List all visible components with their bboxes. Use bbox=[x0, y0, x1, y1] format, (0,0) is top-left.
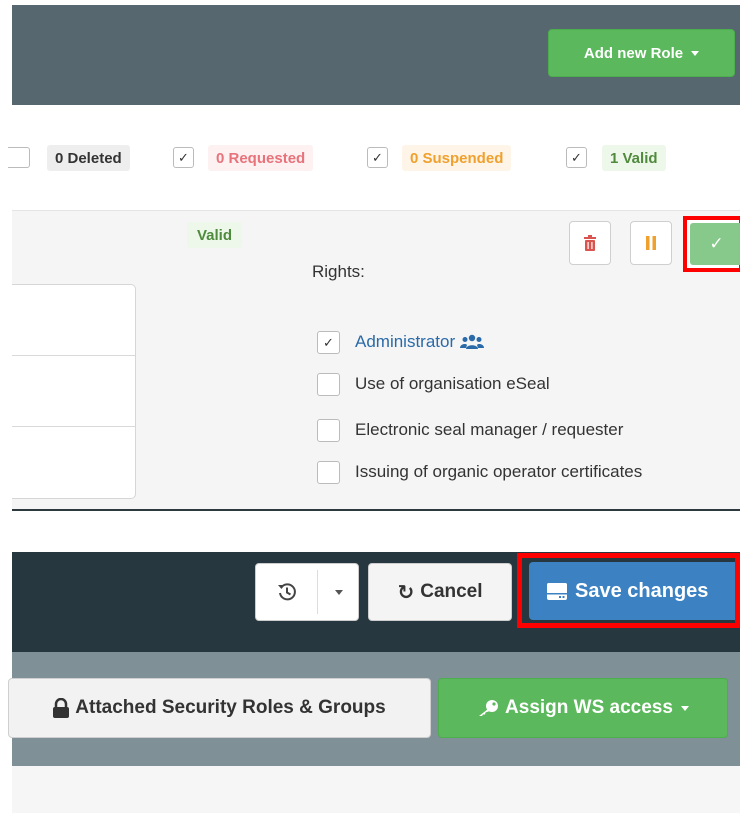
role-filter-bar: 0 Deleted ✓ 0 Requested ✓ 0 Suspended ✓ … bbox=[8, 105, 740, 211]
save-highlight: Save changes bbox=[517, 553, 740, 628]
right-eseal-checkbox[interactable] bbox=[317, 372, 340, 396]
history-button-group bbox=[255, 563, 359, 621]
content-area bbox=[12, 766, 740, 813]
pause-icon bbox=[646, 236, 656, 250]
assign-ws-access-label: Assign WS access bbox=[505, 697, 673, 718]
history-button[interactable] bbox=[256, 564, 317, 620]
table-row bbox=[12, 356, 135, 427]
users-icon bbox=[460, 334, 485, 349]
actions-bar: Attached Security Roles & Groups Assign … bbox=[8, 652, 740, 766]
assign-ws-access-button[interactable]: Assign WS access bbox=[438, 678, 728, 738]
save-changes-label: Save changes bbox=[575, 579, 709, 602]
right-administrator-label[interactable]: Administrator bbox=[355, 332, 455, 352]
right-organic-certificates-checkbox[interactable] bbox=[317, 460, 340, 484]
right-seal-manager-checkbox[interactable] bbox=[317, 418, 340, 442]
roles-header: Add new Role bbox=[12, 5, 740, 105]
editor-toolbar: ↻ Cancel Save changes bbox=[12, 552, 740, 652]
right-eseal-label: Use of organisation eSeal bbox=[355, 374, 550, 393]
filter-deleted-checkbox[interactable] bbox=[8, 147, 30, 168]
right-seal-manager-label: Electronic seal manager / requester bbox=[355, 420, 624, 439]
history-dropdown-button[interactable] bbox=[318, 564, 358, 620]
filter-valid-checkbox[interactable]: ✓ bbox=[566, 147, 587, 168]
attached-security-roles-button[interactable]: Attached Security Roles & Groups bbox=[8, 678, 431, 738]
delete-role-button[interactable] bbox=[569, 221, 611, 265]
add-new-role-label: Add new Role bbox=[583, 44, 684, 62]
trash-icon bbox=[584, 235, 596, 251]
caret-down-icon bbox=[335, 589, 344, 595]
caret-down-icon bbox=[680, 705, 689, 711]
role-info-table bbox=[12, 284, 136, 499]
table-row bbox=[12, 427, 135, 498]
add-new-role-button[interactable]: Add new Role bbox=[548, 29, 735, 77]
lock-icon bbox=[53, 698, 70, 718]
cancel-label: Cancel bbox=[420, 581, 483, 602]
right-eseal: Use of organisation eSeal bbox=[317, 371, 550, 397]
right-administrator: ✓ Administrator bbox=[317, 329, 485, 355]
save-changes-button[interactable]: Save changes bbox=[529, 562, 735, 620]
filter-valid-badge: 1 Valid bbox=[602, 145, 666, 171]
right-organic-certificates-label: Issuing of organic operator certificates bbox=[355, 462, 643, 481]
key-icon bbox=[479, 700, 499, 716]
cancel-button[interactable]: ↻ Cancel bbox=[368, 563, 512, 621]
history-icon bbox=[277, 583, 296, 601]
undo-icon: ↻ bbox=[397, 581, 415, 604]
screenshot-stage: Add new Role 0 Deleted ✓ 0 Requested ✓ 0… bbox=[0, 0, 740, 813]
filter-requested-badge: 0 Requested bbox=[208, 145, 314, 171]
filter-deleted-badge: 0 Deleted bbox=[47, 145, 130, 171]
table-row bbox=[12, 285, 135, 356]
check-icon: ✓ bbox=[690, 223, 740, 265]
filter-requested-checkbox[interactable]: ✓ bbox=[173, 147, 194, 168]
role-detail-panel: Valid ✓ Rights: ✓ Administrator Use of o… bbox=[12, 211, 740, 511]
save-icon bbox=[547, 582, 567, 600]
right-organic-certificates: Issuing of organic operator certificates bbox=[317, 459, 642, 485]
right-administrator-checkbox[interactable]: ✓ bbox=[317, 330, 340, 354]
filter-suspended-checkbox[interactable]: ✓ bbox=[367, 147, 388, 168]
validate-role-button[interactable]: ✓ bbox=[683, 216, 740, 272]
rights-heading: Rights: bbox=[312, 262, 365, 281]
attached-security-roles-label: Attached Security Roles & Groups bbox=[75, 697, 386, 718]
status-badge: Valid bbox=[187, 222, 243, 248]
right-seal-manager: Electronic seal manager / requester bbox=[317, 417, 623, 443]
suspend-role-button[interactable] bbox=[630, 221, 672, 265]
filter-suspended-badge: 0 Suspended bbox=[402, 145, 512, 171]
caret-down-icon bbox=[691, 50, 700, 56]
